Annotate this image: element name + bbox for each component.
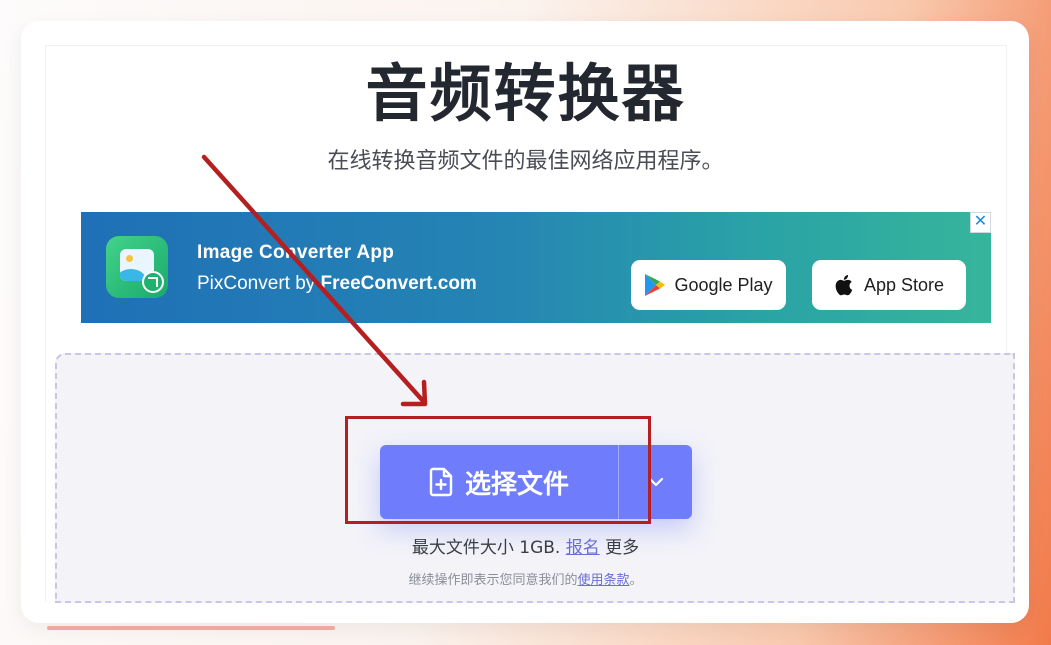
bottom-accent-line: [47, 626, 335, 630]
google-play-label: Google Play: [674, 274, 773, 295]
terms-suffix: 。: [629, 573, 643, 588]
terms-notice: 继续操作即表示您同意我们的使用条款。: [0, 569, 1051, 588]
signup-link[interactable]: 报名: [566, 538, 600, 558]
page-title: 音频转换器: [365, 57, 686, 130]
terms-prefix: 继续操作即表示您同意我们的: [408, 573, 578, 588]
ad-banner[interactable]: Image Converter App PixConvert by FreeCo…: [81, 212, 991, 323]
apple-icon: [835, 275, 853, 296]
terms-link[interactable]: 使用条款: [577, 573, 629, 588]
google-play-icon: [645, 274, 666, 296]
convert-arrow-icon: [142, 271, 164, 293]
file-limit-text: 最大文件大小 1GB.: [411, 538, 561, 558]
app-store-button[interactable]: App Store: [812, 260, 966, 310]
ad-app-title: Image Converter App: [197, 242, 395, 263]
ad-app-subtitle: PixConvert by FreeConvert.com: [197, 273, 477, 294]
page-subtitle: 在线转换音频文件的最佳网络应用程序。: [327, 149, 724, 174]
file-limit-info: 最大文件大小 1GB. 报名 更多: [0, 533, 1051, 558]
ad-close-button[interactable]: ✕: [970, 212, 991, 233]
more-text: 更多: [605, 538, 640, 558]
annotation-highlight-box: [345, 416, 651, 524]
app-store-label: App Store: [863, 274, 945, 295]
google-play-button[interactable]: Google Play: [631, 260, 786, 310]
app-icon: [106, 236, 168, 298]
